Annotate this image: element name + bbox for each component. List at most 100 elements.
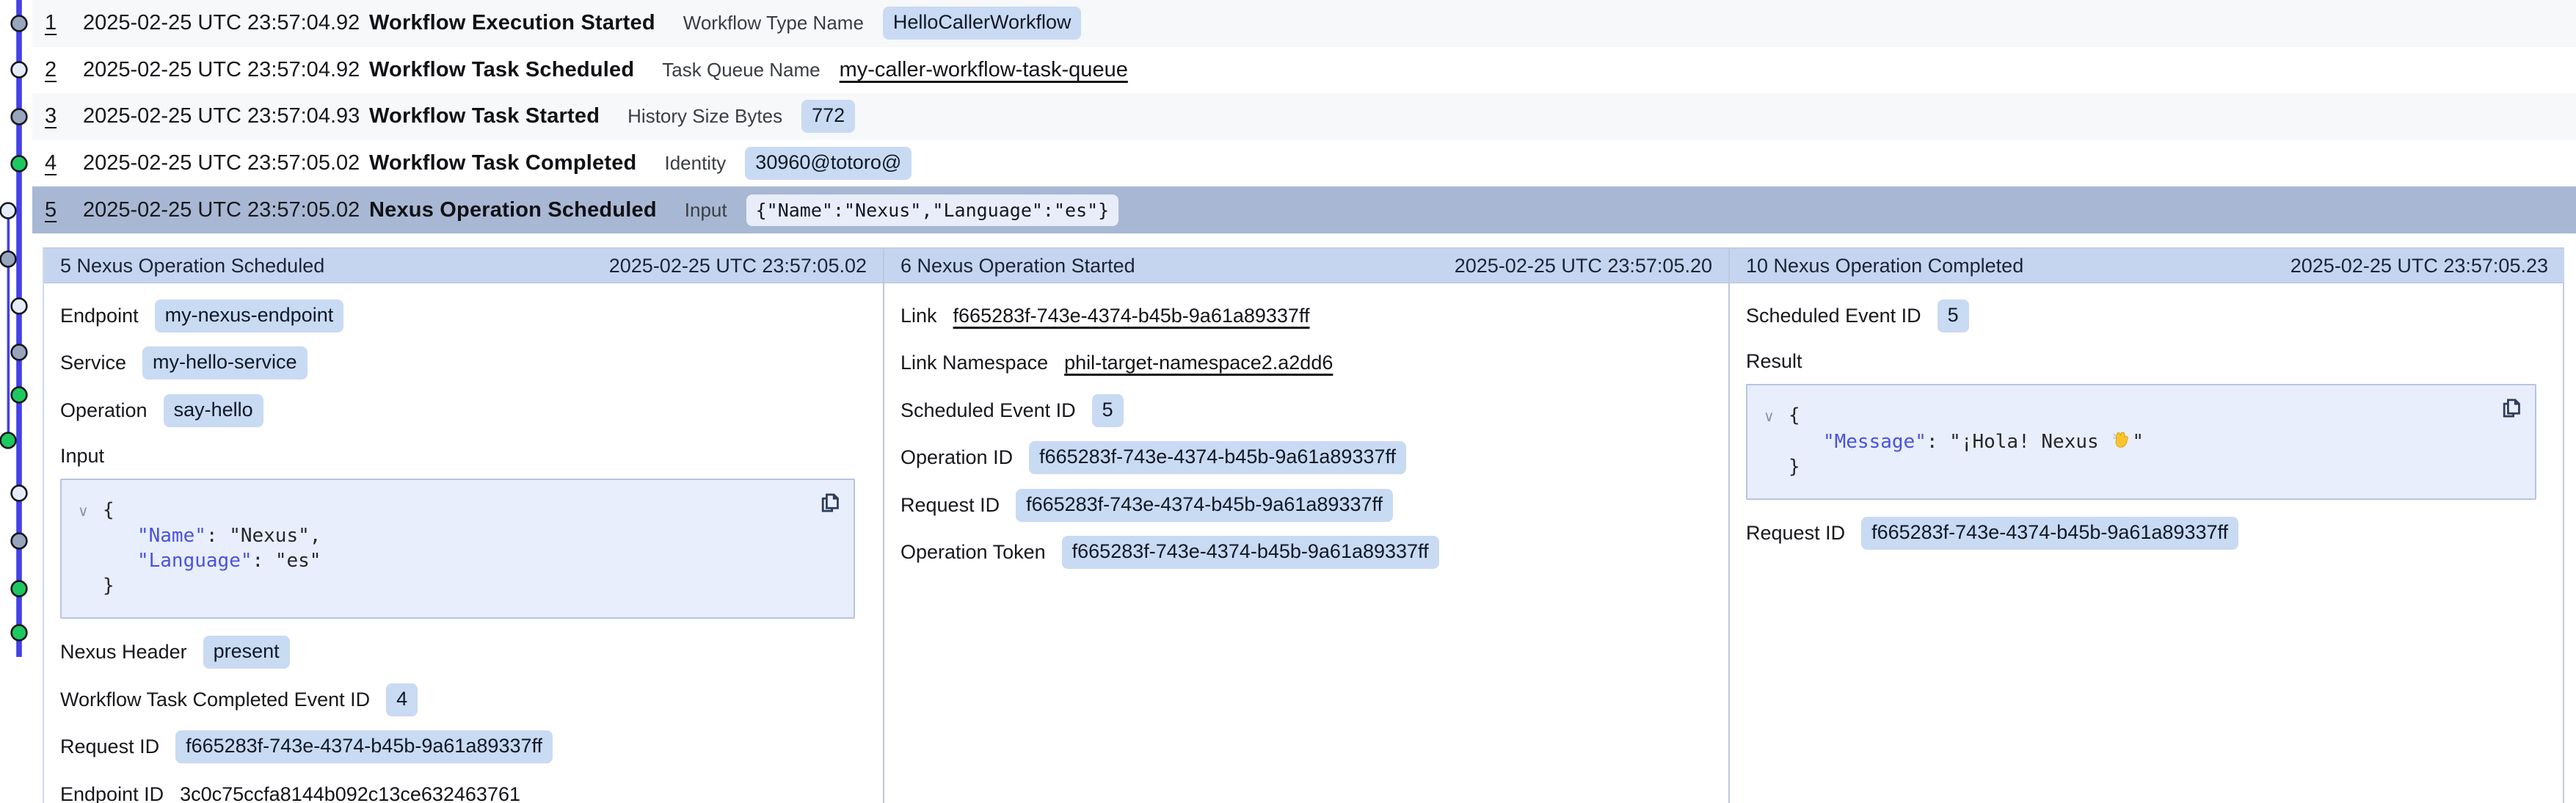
field-value-badge: 4 <box>386 683 418 716</box>
event-id-link[interactable]: 1 <box>45 11 64 35</box>
event-attribute-value-badge: HelloCallerWorkflow <box>883 7 1082 40</box>
chevron-down-icon[interactable]: ∨ <box>1764 404 1789 429</box>
event-row-3[interactable]: 32025-02-25 UTC 23:57:04.93Workflow Task… <box>32 93 2576 140</box>
detail-field: Linkf665283f-743e-4374-b45b-9a61a89337ff <box>900 292 1712 340</box>
detail-field: Workflow Task Completed Event ID4 <box>60 676 867 724</box>
field-label: Operation <box>60 399 148 422</box>
detail-field: Endpoint ID3c0c75ccfa8144b092c13ce632463… <box>60 771 867 803</box>
event-attribute-value-link[interactable]: my-caller-workflow-task-queue <box>840 58 1128 82</box>
detail-field: Operationsay-hello <box>60 387 867 435</box>
event-row-4[interactable]: 4 2025-02-25 UTC 23:57:05.02Workflow Task… <box>32 140 2576 187</box>
panel-title: 5 Nexus Operation Scheduled <box>60 255 324 277</box>
field-value-badge: 5 <box>1092 394 1124 427</box>
event-row-1[interactable]: 12025-02-25 UTC 23:57:04.92Workflow Exec… <box>32 0 2576 47</box>
field-label: Request ID <box>60 735 159 758</box>
timeline-marker-event-11 <box>12 486 27 501</box>
event-detail-panel-3: 10 Nexus Operation Completed 2025-02-25 U… <box>1730 249 2564 803</box>
panel-body: Scheduled Event ID 5 Result ∨{ "Message": "… <box>1730 283 2564 803</box>
event-timestamp: 2025-02-25 UTC 23:57:04.92 <box>83 58 369 82</box>
event-timestamp: 2025-02-25 UTC 23:57:04.93 <box>83 104 369 128</box>
timeline-marker-event-13 <box>12 581 27 597</box>
panel-timestamp: 2025-02-25 UTC 23:57:05.23 <box>2291 255 2548 277</box>
panel-timestamp: 2025-02-25 UTC 23:57:05.20 <box>1455 255 1712 277</box>
json-key: "Name" <box>137 525 206 547</box>
waving-hand-emoji <box>2110 429 2132 451</box>
detail-field: Request IDf665283f-743e-4374-b45b-9a61a8… <box>60 724 867 771</box>
field-value-badge: my-nexus-endpoint <box>155 299 344 333</box>
json-code-line: } <box>78 573 837 598</box>
event-attribute-label: Identity <box>664 152 726 175</box>
timeline-line <box>7 211 10 440</box>
event-name: Workflow Task Scheduled <box>369 58 634 82</box>
detail-field: Request IDf665283f-743e-4374-b45b-9a61a8… <box>1746 510 2548 558</box>
json-code-line: } <box>1764 454 2519 479</box>
field-value-badge: f665283f-743e-4374-b45b-9a61a89337ff <box>1016 489 1393 522</box>
json-text: { <box>1789 404 1800 426</box>
field-value-badge: present <box>203 636 290 669</box>
field-label: Result <box>1746 350 1802 373</box>
event-attribute-label: Input <box>685 199 727 222</box>
event-history-table: 1 2025-02-25 UTC 23:57:04.92Workflow Exec… <box>32 0 2576 233</box>
event-attribute-value-badge: 30960@totoro@ <box>745 147 912 180</box>
json-text <box>1789 431 1823 453</box>
timeline-marker-event-3 <box>12 109 27 125</box>
panel-title: 10 Nexus Operation Completed <box>1746 255 2023 277</box>
field-label: Scheduled Event ID <box>900 399 1076 422</box>
detail-field: Servicemy-hello-service <box>60 340 867 388</box>
json-code-block: ∨{ "Name": "Nexus", "Language": "es"} <box>60 479 855 619</box>
timeline-marker-event-1 <box>12 16 27 32</box>
json-text: : "Nexus", <box>206 525 321 547</box>
event-detail-panel-1: 5 Nexus Operation Scheduled 2025-02-25 UT… <box>44 249 884 803</box>
json-code-line: "Name": "Nexus", <box>78 523 837 548</box>
event-row-2[interactable]: 2 2025-02-25 UTC 23:57:04.92Workflow Task… <box>32 47 2576 94</box>
event-name: Nexus Operation Scheduled <box>369 198 657 222</box>
event-id-link[interactable]: 4 <box>45 151 64 175</box>
detail-field: Endpointmy-nexus-endpoint <box>60 292 867 340</box>
field-value-badge: f665283f-743e-4374-b45b-9a61a89337ff <box>1029 441 1406 474</box>
json-key: "Message" <box>1823 431 1926 453</box>
field-value-link[interactable]: phil-target-namespace2.a2dd6 <box>1064 352 1333 374</box>
copy-icon[interactable] <box>2500 396 2523 421</box>
json-text: : "¡Hola! Nexus <box>1926 431 2110 453</box>
json-text <box>103 550 137 572</box>
json-text: } <box>103 575 114 597</box>
panel-body: Endpointmy-nexus-endpointServicemy-hello… <box>44 283 883 803</box>
timeline-marker-event-10 <box>1 433 16 448</box>
json-code-line: ∨{ <box>1764 403 2519 429</box>
event-name: Workflow Execution Started <box>369 11 655 35</box>
panel-header: 5 Nexus Operation Scheduled 2025-02-25 UT… <box>44 249 883 283</box>
json-text <box>103 525 137 547</box>
timeline-marker-event-2 <box>12 62 27 78</box>
detail-field: Scheduled Event ID 5 <box>900 387 1712 435</box>
copy-icon[interactable] <box>818 490 842 515</box>
json-text: : "es" <box>252 550 321 572</box>
event-id-link[interactable]: 3 <box>45 104 64 128</box>
panel-timestamp: 2025-02-25 UTC 23:57:05.02 <box>609 255 867 277</box>
event-timestamp: 2025-02-25 UTC 23:57:05.02 <box>83 198 369 222</box>
event-attribute-value-badge: 772 <box>801 100 855 133</box>
json-code-line: ∨{ <box>78 498 837 523</box>
event-name: Workflow Task Completed <box>369 151 636 175</box>
detail-field: Link Namespacephil-target-namespace2.a2d… <box>900 340 1712 388</box>
field-label: Nexus Header <box>60 641 187 664</box>
field-value-badge: f665283f-743e-4374-b45b-9a61a89337ff <box>1861 517 2238 550</box>
field-value-link[interactable]: f665283f-743e-4374-b45b-9a61a89337ff <box>953 305 1310 327</box>
field-value-badge: f665283f-743e-4374-b45b-9a61a89337ff <box>1062 536 1439 569</box>
field-value-link[interactable]: 3c0c75ccfa8144b092c13ce632463761 <box>180 783 520 803</box>
event-attribute-label: History Size Bytes <box>627 105 782 128</box>
event-row-5[interactable]: 5 2025-02-25 UTC 23:57:05.02Nexus Operati… <box>32 186 2576 233</box>
detail-field: Request IDf665283f-743e-4374-b45b-9a61a8… <box>900 482 1712 529</box>
timeline-marker-event-6 <box>1 252 16 267</box>
detail-field: Operation Tokenf665283f-743e-4374-b45b-9… <box>900 529 1712 577</box>
detail-field: Nexus Header present <box>60 629 867 677</box>
timeline-marker-event-9 <box>12 388 27 403</box>
event-id-link[interactable]: 5 <box>45 198 64 222</box>
field-label: Operation ID <box>900 446 1013 469</box>
event-id-link[interactable]: 2 <box>45 58 64 82</box>
panel-body: Linkf665283f-743e-4374-b45b-9a61a89337ff… <box>884 283 1728 803</box>
chevron-down-icon[interactable]: ∨ <box>78 498 103 523</box>
event-timestamp: 2025-02-25 UTC 23:57:05.02 <box>83 151 369 175</box>
field-label: Scheduled Event ID <box>1746 305 1921 327</box>
json-text: " <box>2132 431 2144 453</box>
field-value-badge: 5 <box>1938 299 1969 333</box>
